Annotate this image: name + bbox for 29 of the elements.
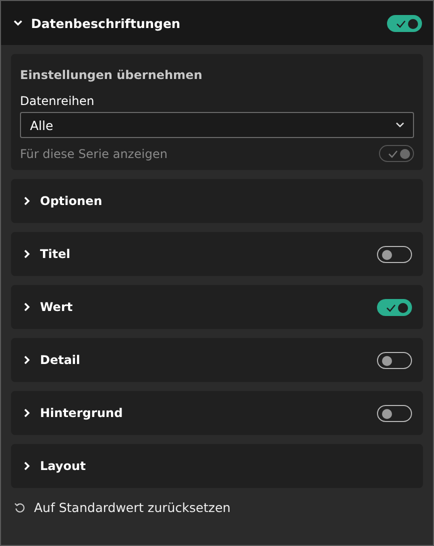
chevron-down-icon [13,18,23,28]
section-header[interactable]: Hintergrund [22,406,123,420]
chevron-down-icon [395,120,405,130]
card-title: Einstellungen übernehmen [20,68,204,82]
chevron-right-icon [22,302,32,312]
checkmark-icon [386,304,396,312]
chevron-right-icon [22,196,32,206]
toggle-switch[interactable] [377,298,412,316]
section-header[interactable]: Wert [22,300,73,314]
toggle-label: Für diese Serie anzeigen [20,146,168,160]
toggle-switch[interactable] [387,14,422,32]
toggle-switch[interactable] [377,246,412,262]
toggle-switch[interactable] [377,404,412,422]
toggle-switch[interactable] [377,352,412,368]
reset-link[interactable]: Auf Standardwert zurücksetzen [11,494,234,521]
section-header[interactable]: Detail [22,353,80,367]
checkmark-icon [396,20,406,28]
series-dropdown[interactable]: Alle [20,112,414,138]
chevron-right-icon [22,461,32,471]
section-header[interactable]: Layout [22,459,86,473]
chevron-right-icon [22,408,32,418]
section-header[interactable]: Titel [22,247,70,261]
reset-icon [14,502,25,513]
section-header[interactable]: Optionen [22,194,102,208]
field-label: Datenreihen [20,94,96,108]
checkmark-icon [388,150,398,158]
chevron-right-icon [22,355,32,365]
section-header[interactable]: Datenbeschriftungen [13,16,180,30]
chevron-right-icon [22,249,32,259]
